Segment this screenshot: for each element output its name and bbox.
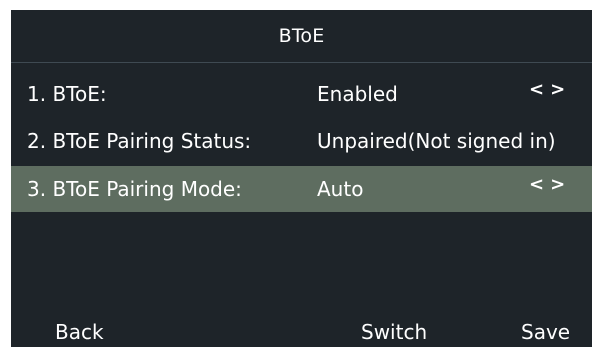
left-right-arrows-icon[interactable]: <>	[529, 70, 571, 110]
menu-item-btoe-pairing-status[interactable]: 2. BToE Pairing Status: Unpaired(Not sig…	[11, 121, 592, 161]
menu-item-label: 3. BToE Pairing Mode:	[27, 177, 242, 201]
save-softkey[interactable]: Save	[521, 320, 570, 344]
menu-item-btoe-pairing-mode[interactable]: 3. BToE Pairing Mode: Auto <>	[11, 166, 592, 212]
back-softkey[interactable]: Back	[55, 320, 104, 344]
menu-item-value: Auto	[317, 177, 364, 201]
menu-item-value: Enabled	[317, 82, 398, 106]
menu-item-label: 1. BToE:	[27, 82, 107, 106]
phone-screen: BToE 1. BToE: Enabled <> 2. BToE Pairing…	[11, 10, 592, 347]
left-right-arrows-icon[interactable]: <>	[529, 162, 571, 208]
menu-item-value: Unpaired(Not signed in)	[317, 129, 556, 153]
softkey-bar: Back Switch Save	[11, 314, 592, 347]
menu-item-label: 2. BToE Pairing Status:	[27, 129, 252, 153]
menu-item-btoe[interactable]: 1. BToE: Enabled <>	[11, 74, 592, 114]
switch-softkey[interactable]: Switch	[361, 320, 427, 344]
screen-title: BToE	[11, 10, 592, 63]
